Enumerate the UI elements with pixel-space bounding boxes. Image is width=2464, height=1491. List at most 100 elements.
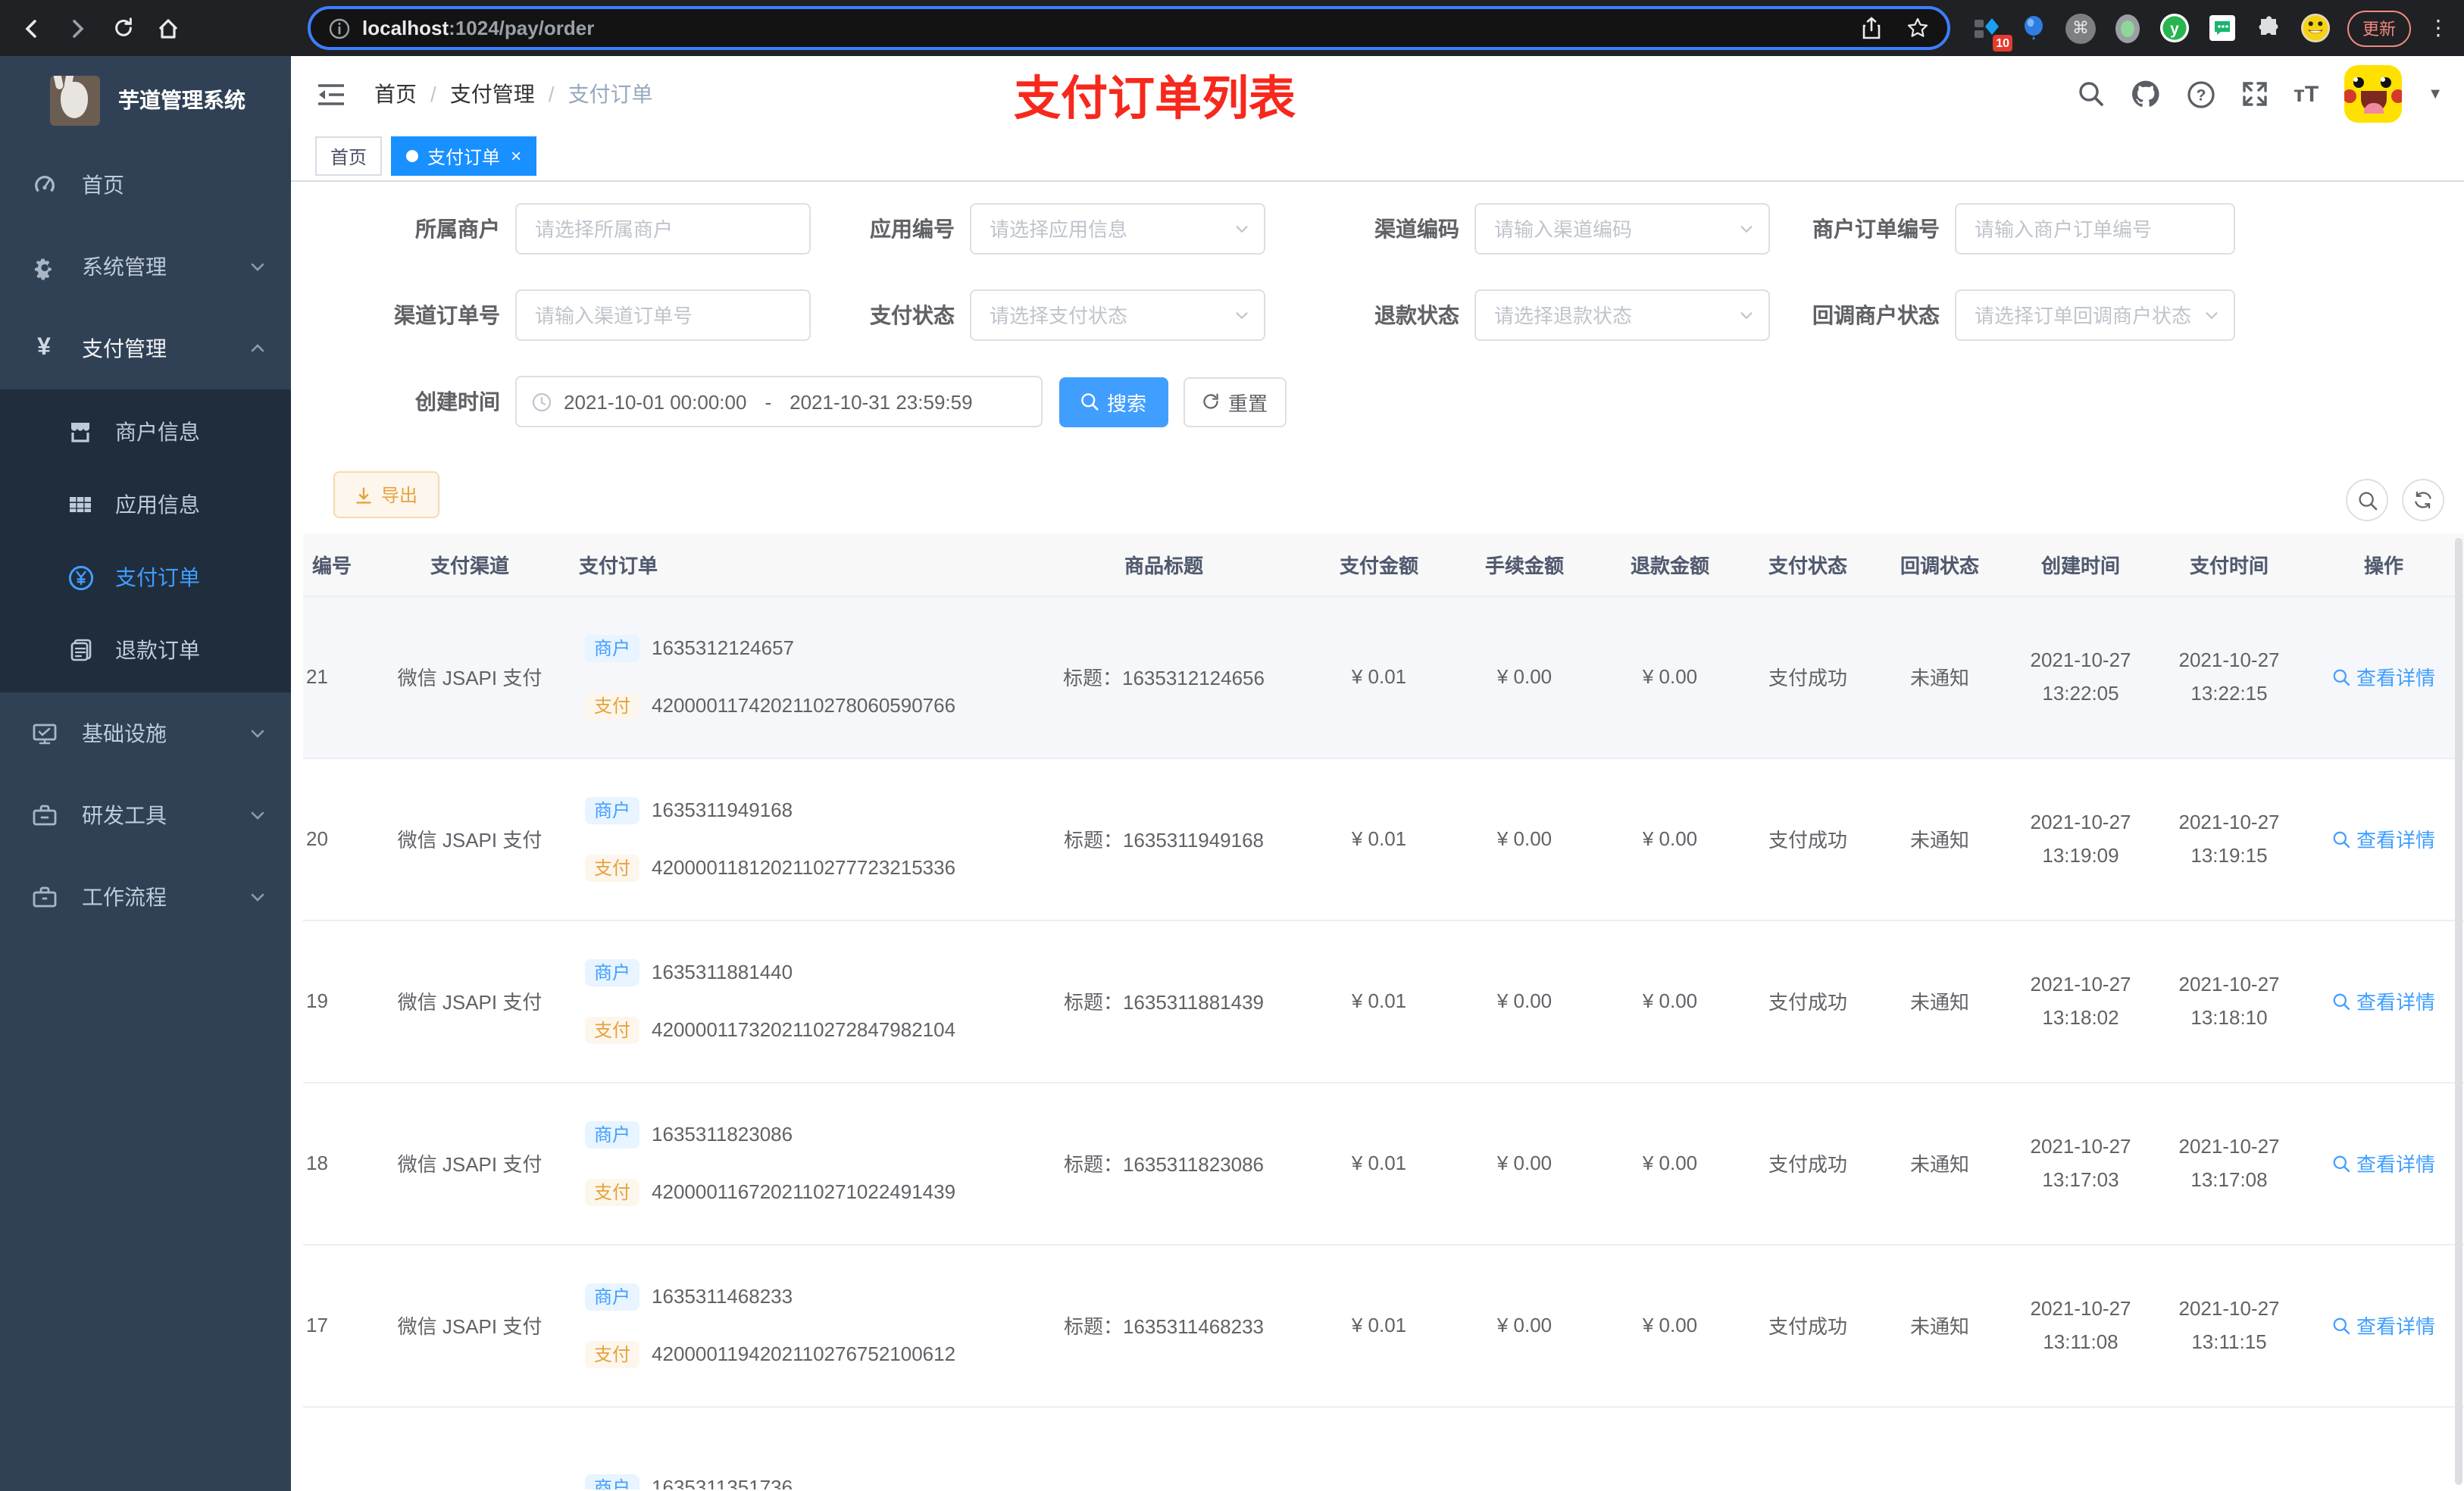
browser-reload-icon[interactable] [100,7,145,49]
create-time-range-picker[interactable]: 2021-10-01 00:00:00 - 2021-10-31 23:59:5… [515,376,1043,427]
order-id-cell: 20 [303,758,370,921]
product-title-cell: 标题：1635311881439 [1021,920,1306,1083]
fullscreen-icon[interactable] [2240,80,2268,108]
close-icon[interactable]: × [511,145,521,167]
browser-menu-icon[interactable]: ⋮ [2428,15,2449,41]
notify-status-select[interactable] [1955,289,2235,341]
address-bar[interactable]: localhost:1024/pay/order [308,6,1950,50]
extension-chat-icon[interactable] [2206,13,2237,43]
export-button[interactable]: 导出 [333,471,439,518]
sidebar-item-merchant-info[interactable]: 商户信息 [0,395,291,468]
channel-pay-no: 4200001194202110276752100612 [652,1343,956,1365]
channel-order-no-input[interactable] [517,291,809,339]
svg-text:?: ? [2196,86,2206,103]
sidebar-item-dev-tools[interactable]: 研发工具 [0,774,291,856]
screen: localhost:1024/pay/order 10 ⌘ y 更新 ⋮ 芋道… [0,0,2464,1491]
view-detail-link[interactable]: 查看详情 [2332,1149,2435,1177]
profile-emoji-icon[interactable] [2300,13,2331,43]
view-detail-link[interactable]: 查看详情 [2332,824,2435,853]
reset-button[interactable]: 重置 [1184,377,1287,427]
sidebar-item-home[interactable]: 首页 [0,144,291,226]
sidebar-item-refund-order[interactable]: 退款订单 [0,614,291,686]
pay-channel-cell: 微信 JSAPI 支付 [370,758,570,921]
table-row[interactable]: 20 微信 JSAPI 支付 商户 1635311949168 支付 42000… [303,758,2464,921]
payment-submenu: 商户信息 应用信息 支付订单 退款订单 [0,389,291,692]
sidebar-item-infrastructure[interactable]: 基础设施 [0,692,291,774]
pay-amount-cell [1306,1406,1452,1489]
tab-home[interactable]: 首页 [315,136,383,176]
table-row[interactable]: 21 微信 JSAPI 支付 商户 1635312124657 支付 42000… [303,595,2464,758]
share-icon[interactable] [1861,17,1882,39]
view-detail-link[interactable]: 查看详情 [2332,662,2435,691]
extension-grey-dot-icon[interactable] [2112,13,2143,43]
channel-code-input[interactable] [1476,205,1768,253]
merchant-badge: 商户 [585,1474,640,1489]
filter-label: 商户订单编号 [1812,217,1940,241]
table-row[interactable]: 17 微信 JSAPI 支付 商户 1635311468233 支付 42000… [303,1244,2464,1407]
filter-row-2: 渠道订单号 支付状态 退款状态 回调商户状态 [291,289,2464,341]
extension-diamond-icon[interactable]: 10 [1972,13,2012,51]
page-scrollbar[interactable] [2455,538,2462,1485]
sidebar-collapse-icon[interactable] [314,83,347,105]
browser-back-icon[interactable] [9,7,55,49]
pay-status-select[interactable] [970,289,1265,341]
table-row[interactable]: 19 微信 JSAPI 支付 商户 1635311881440 支付 42000… [303,920,2464,1083]
bookmark-star-icon[interactable] [1906,17,1929,39]
refund-status-select[interactable] [1474,289,1770,341]
filter-label: 支付状态 [870,303,955,327]
table-row[interactable]: 18 微信 JSAPI 支付 商户 1635311823086 支付 42000… [303,1082,2464,1245]
sidebar-item-pay-order[interactable]: 支付订单 [0,541,291,614]
fee-amount-cell: ¥ 0.00 [1452,920,1597,1083]
github-icon[interactable] [2130,79,2160,109]
table-row[interactable]: 商户 1635311351736 支付 [303,1406,2464,1489]
app-select[interactable] [970,203,1265,255]
channel-pay-no: 4200001174202110278060590766 [652,694,956,717]
extensions-puzzle-icon[interactable] [2253,13,2284,43]
action-cell: 查看详情 [2303,1244,2464,1407]
sidebar-item-app-info[interactable]: 应用信息 [0,468,291,541]
filter-label: 所属商户 [415,217,500,241]
extension-command-icon[interactable]: ⌘ [2065,13,2096,43]
tab-pay-order[interactable]: 支付订单 × [391,136,537,176]
avatar-caret-icon[interactable]: ▼ [2428,86,2443,102]
merchant-select[interactable] [515,203,811,255]
breadcrumb-payment[interactable]: 支付管理 [450,79,535,109]
browser-forward-icon[interactable] [55,7,100,49]
view-detail-link[interactable]: 查看详情 [2332,986,2435,1015]
pay-order-cell: 商户 1635311881440 支付 42000011732021102728… [570,920,1021,1083]
notify-status-cell: 未通知 [1873,758,2006,921]
view-detail-link[interactable]: 查看详情 [2332,1311,2435,1339]
refresh-table-button[interactable] [2402,479,2444,521]
pay-time-cell: 2021-10-27 13:18:10 [2155,920,2303,1083]
site-info-icon[interactable] [329,17,350,39]
user-avatar[interactable] [2344,65,2403,123]
sidebar-item-payment[interactable]: ¥ 支付管理 [0,308,291,389]
date-range-start: 2021-10-01 00:00:00 [564,390,747,413]
merchant-order-no-field[interactable] [1955,203,2235,255]
browser-update-button[interactable]: 更新 [2347,10,2411,46]
extension-balloon-icon[interactable] [2018,13,2049,43]
notify-status-input[interactable] [1956,291,2234,339]
channel-order-no-field[interactable] [515,289,811,341]
help-icon[interactable]: ? [2186,80,2215,108]
channel-code-select[interactable] [1474,203,1770,255]
merchant-input[interactable] [517,205,809,253]
gear-icon [30,254,58,280]
search-icon[interactable] [2077,80,2104,108]
sidebar-item-system[interactable]: 系统管理 [0,226,291,308]
extension-y-icon[interactable]: y [2159,13,2190,43]
merchant-order-no: 1635311351736 [652,1476,793,1489]
col-header-pay-status: 支付状态 [1743,533,1873,596]
browser-home-icon[interactable] [145,7,191,49]
merchant-order-no-input[interactable] [1956,205,2234,253]
app-logo[interactable]: 芋道管理系统 [0,56,291,144]
refund-status-input[interactable] [1476,291,1768,339]
search-button[interactable]: 搜索 [1059,377,1168,427]
font-size-icon[interactable]: ᴛT [2294,81,2319,107]
app-input[interactable] [971,205,1264,253]
toggle-search-button[interactable] [2346,479,2388,521]
breadcrumb-home[interactable]: 首页 [374,79,417,109]
sidebar-item-workflow[interactable]: 工作流程 [0,856,291,938]
top-navbar: 首页 / 支付管理 / 支付订单 支付订单列表 ? ᴛT ▼ [291,56,2464,132]
pay-status-input[interactable] [971,291,1264,339]
